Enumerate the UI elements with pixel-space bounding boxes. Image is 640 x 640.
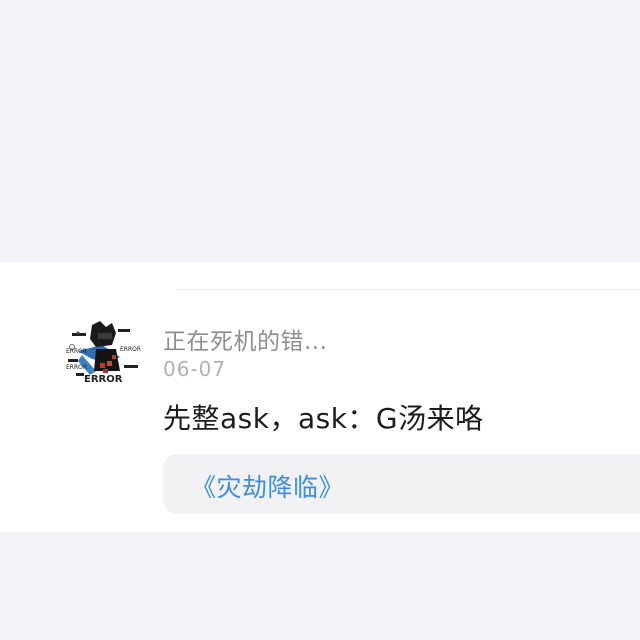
svg-text:ERROR: ERROR xyxy=(66,364,87,371)
post-date: 06-07 xyxy=(163,357,227,381)
bottom-empty-area xyxy=(0,532,640,640)
book-link-text[interactable]: 《灾劫降临》 xyxy=(191,468,344,504)
page: ERROR ERROR ERROR ERROR 正在死机的错... 06-07 … xyxy=(0,0,640,640)
avatar[interactable]: ERROR ERROR ERROR ERROR xyxy=(62,311,146,395)
top-empty-area xyxy=(0,0,640,262)
svg-text:ERROR: ERROR xyxy=(120,346,141,353)
svg-text:ERROR: ERROR xyxy=(66,348,87,355)
message-text: 先整ask，ask：G汤来咯 xyxy=(163,402,484,435)
error-character-avatar-icon: ERROR ERROR ERROR ERROR xyxy=(62,311,146,395)
avatar-error-label: ERROR xyxy=(84,374,123,385)
book-link-card[interactable]: 《灾劫降临》 xyxy=(163,454,640,514)
divider xyxy=(176,289,640,290)
username[interactable]: 正在死机的错... xyxy=(163,322,327,356)
